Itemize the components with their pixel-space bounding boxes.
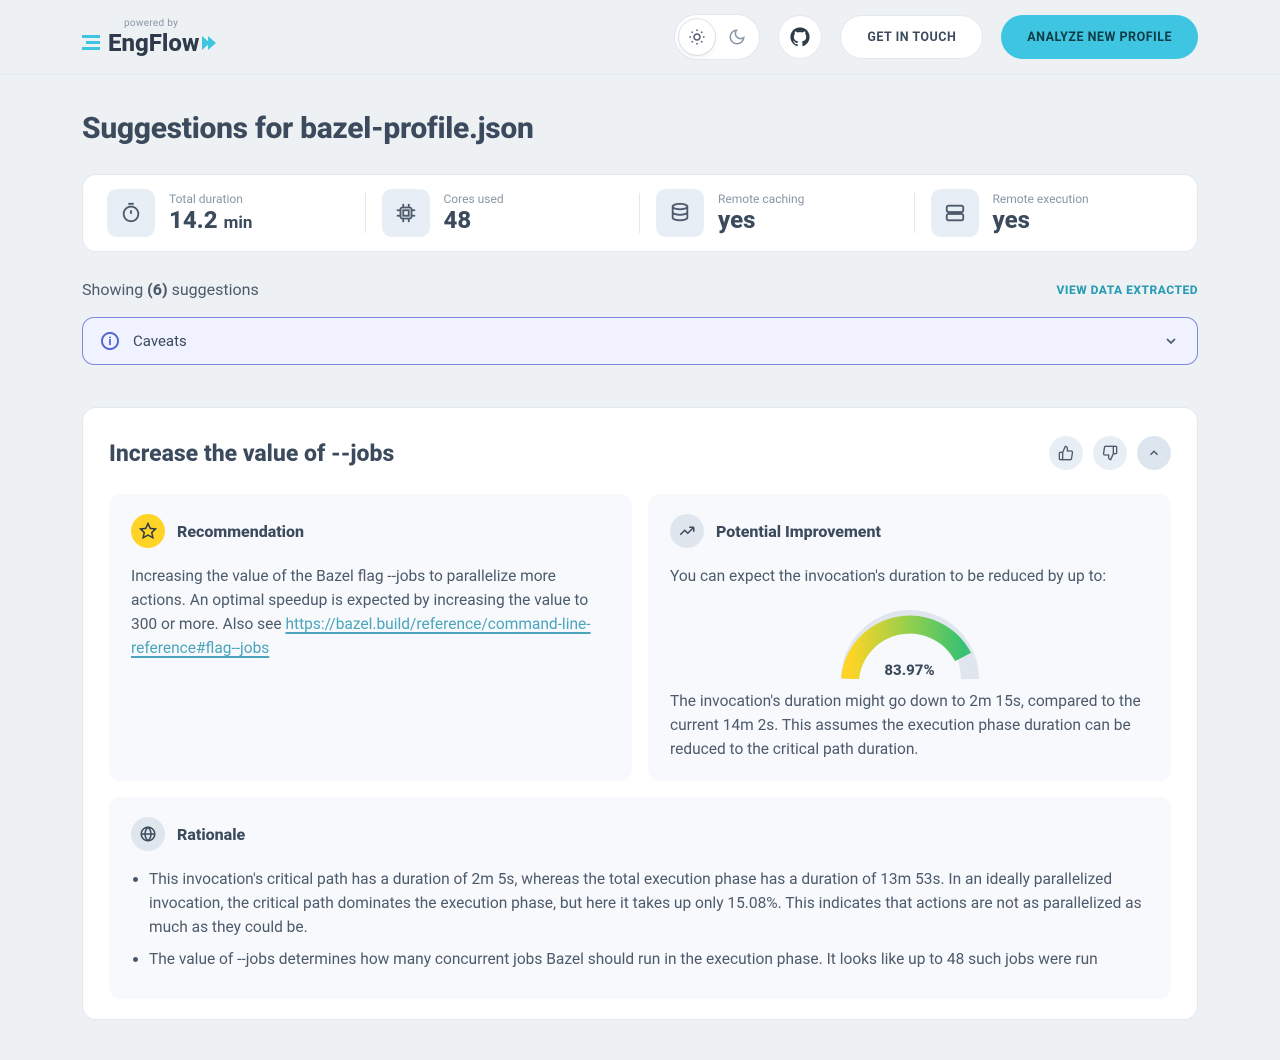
cpu-icon [382, 189, 430, 237]
stat-caching: Remote caching yes [640, 189, 915, 237]
improvement-heading: Potential Improvement [716, 522, 881, 541]
github-button[interactable] [778, 15, 822, 59]
globe-icon [131, 817, 165, 851]
suggestion-title: Increase the value of --jobs [109, 440, 394, 467]
rationale-bullet: This invocation's critical path has a du… [149, 867, 1149, 939]
stat-label: Total duration [169, 192, 252, 206]
sun-icon [688, 28, 706, 46]
stat-value: 14.2 [169, 206, 218, 234]
caveats-label: Caveats [133, 332, 187, 350]
moon-icon [728, 28, 746, 46]
rationale-list: This invocation's critical path has a du… [131, 867, 1149, 971]
chevron-down-icon [1163, 333, 1179, 349]
rationale-panel: Rationale This invocation's critical pat… [109, 797, 1171, 999]
stats-card: Total duration 14.2 min Cores used 48 Rem… [82, 174, 1198, 252]
improvement-gauge: 83.97% [670, 604, 1149, 679]
powered-by-label: powered by [124, 18, 216, 29]
page-title: Suggestions for bazel-profile.json [82, 111, 1198, 146]
stat-value: yes [718, 206, 755, 234]
thumbs-up-icon [1058, 445, 1074, 461]
stat-value: yes [993, 206, 1030, 234]
stat-label: Remote caching [718, 192, 804, 206]
suggestion-card: Increase the value of --jobs [82, 407, 1198, 1020]
showing-count: Showing (6) suggestions [82, 280, 259, 299]
improvement-intro: You can expect the invocation's duration… [670, 564, 1149, 588]
dark-mode-button[interactable] [719, 19, 755, 55]
analyze-new-profile-button[interactable]: ANALYZE NEW PROFILE [1001, 15, 1198, 59]
thumbs-down-icon [1102, 445, 1118, 461]
logo: EngFlow [82, 29, 216, 57]
get-in-touch-button[interactable]: GET IN TOUCH [840, 15, 983, 59]
recommendation-panel: Recommendation Increasing the value of t… [109, 494, 632, 781]
stat-unit: min [224, 213, 253, 233]
view-data-extracted-link[interactable]: VIEW DATA EXTRACTED [1057, 283, 1199, 297]
improvement-explain: The invocation's duration might go down … [670, 689, 1149, 761]
light-mode-button[interactable] [679, 19, 715, 55]
brand: powered by EngFlow [82, 18, 216, 57]
stopwatch-icon [107, 189, 155, 237]
collapse-button[interactable] [1137, 436, 1171, 470]
rationale-heading: Rationale [177, 825, 245, 844]
meta-row: Showing (6) suggestions VIEW DATA EXTRAC… [82, 280, 1198, 299]
trending-up-icon [670, 514, 704, 548]
stat-duration: Total duration 14.2 min [91, 189, 366, 237]
stat-label: Cores used [444, 192, 504, 206]
stat-cores: Cores used 48 [366, 189, 641, 237]
recommendation-body: Increasing the value of the Bazel flag -… [131, 564, 610, 660]
chevron-up-icon [1147, 446, 1161, 460]
thumbs-down-button[interactable] [1093, 436, 1127, 470]
brand-name: EngFlow [108, 29, 199, 57]
logo-chevrons-icon [204, 36, 216, 50]
stat-remote-exec: Remote execution yes [915, 189, 1190, 237]
caveats-panel[interactable]: i Caveats [82, 317, 1198, 365]
theme-toggle[interactable] [674, 14, 760, 60]
logo-bars-icon [82, 35, 100, 50]
top-actions: GET IN TOUCH ANALYZE NEW PROFILE [674, 14, 1198, 60]
star-icon [131, 514, 165, 548]
gauge-svg [835, 604, 985, 679]
info-icon: i [101, 332, 119, 350]
thumbs-up-button[interactable] [1049, 436, 1083, 470]
stat-value: 48 [444, 206, 472, 234]
server-icon [931, 189, 979, 237]
topbar: powered by EngFlow GET IN TOUCH ANALYZE … [0, 0, 1280, 75]
improvement-panel: Potential Improvement You can expect the… [648, 494, 1171, 781]
stat-label: Remote execution [993, 192, 1089, 206]
rationale-bullet: The value of --jobs determines how many … [149, 947, 1149, 971]
main: Suggestions for bazel-profile.json Total… [0, 75, 1280, 1060]
recommendation-heading: Recommendation [177, 522, 304, 541]
database-icon [656, 189, 704, 237]
github-icon [790, 27, 810, 47]
